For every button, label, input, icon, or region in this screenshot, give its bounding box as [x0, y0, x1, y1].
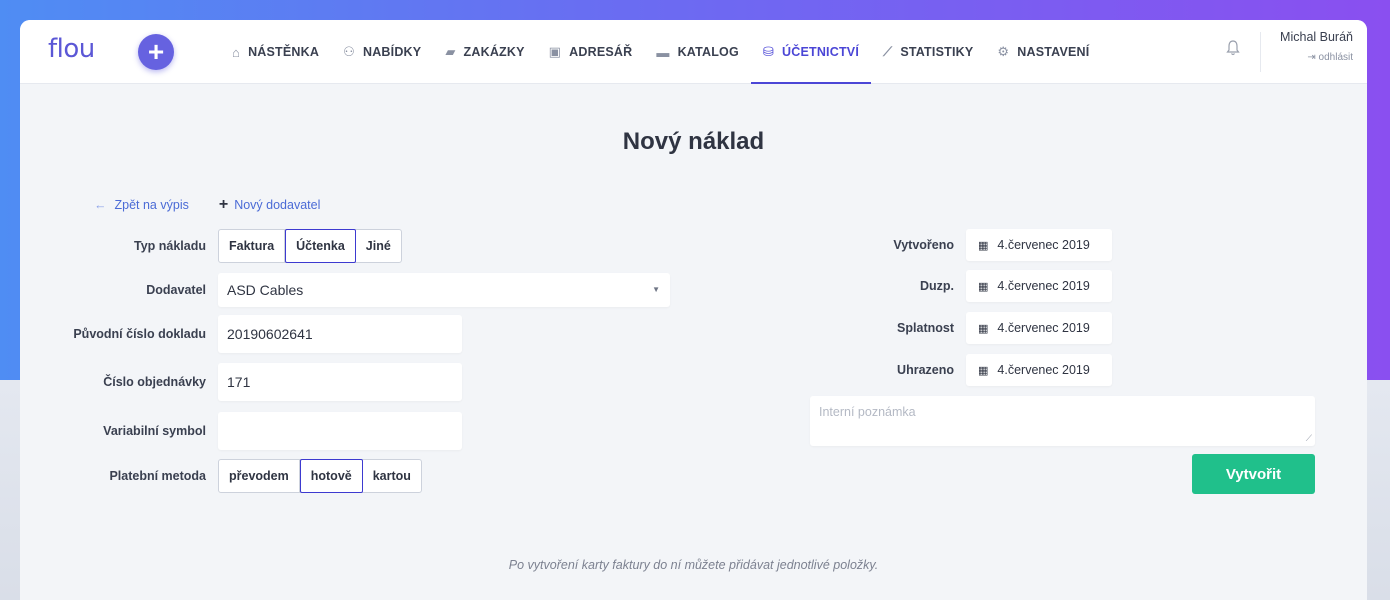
create-button[interactable]: Vytvořit	[1192, 454, 1315, 494]
nav-item-statistiky[interactable]: ⟋ STATISTIKY	[871, 20, 985, 84]
nav-item-label: ÚČETNICTVÍ	[782, 45, 859, 59]
order-no-input[interactable]: 171	[218, 363, 462, 401]
due-date-picker[interactable]: ▦ 4.červenec 2019	[966, 312, 1112, 344]
nav-item-zakazky[interactable]: ▰ ZAKÁZKY	[433, 20, 536, 84]
resize-handle-icon[interactable]: ⟋	[1306, 433, 1312, 444]
orig-doc-row: Původní číslo dokladu 20190602641	[20, 315, 462, 353]
payment-option-hotove[interactable]: hotově	[299, 459, 363, 493]
nav-item-label: KATALOG	[677, 45, 739, 59]
chevron-down-icon: ▼	[652, 285, 660, 294]
address-card-icon: ▣	[548, 44, 562, 59]
var-symbol-input[interactable]	[218, 412, 462, 450]
created-date-value: 4.červenec 2019	[997, 238, 1090, 252]
cost-type-label: Typ nákladu	[133, 239, 206, 253]
cost-type-option-uctenka[interactable]: Účtenka	[285, 229, 356, 263]
divider	[1260, 32, 1261, 72]
duzp-date-picker[interactable]: ▦ 4.červenec 2019	[966, 270, 1112, 302]
created-date-picker[interactable]: ▦ 4.červenec 2019	[966, 229, 1112, 261]
add-new-button[interactable]: +	[138, 34, 174, 70]
var-symbol-row: Variabilní symbol	[20, 412, 462, 450]
payment-option-kartou[interactable]: kartou	[363, 460, 421, 492]
order-no-label: Číslo objednávky	[103, 375, 206, 389]
created-row: Vytvořeno ▦ 4.červenec 2019	[806, 229, 1112, 261]
plus-icon: +	[218, 196, 229, 213]
coins-icon: ⛁	[762, 44, 774, 59]
orig-doc-label: Původní číslo dokladu	[73, 327, 206, 341]
paid-label: Uhrazeno	[897, 363, 954, 377]
app-window: flou + ⌂ NÁSTĚNKA ⚇ NABÍDKY ▰ ZAKÁZKY ▣ …	[20, 20, 1367, 600]
new-supplier-link[interactable]: + Nový dodavatel	[219, 196, 321, 214]
main-nav: ⌂ NÁSTĚNKA ⚇ NABÍDKY ▰ ZAKÁZKY ▣ ADRESÁŘ…	[220, 20, 1101, 84]
supplier-select[interactable]: ASD Cables ▼	[218, 273, 670, 307]
arrow-left-icon: ←	[94, 198, 107, 212]
logo[interactable]: flou	[48, 34, 95, 64]
footnote-text: Po vytvoření karty faktury do ní můžete …	[508, 558, 879, 572]
supplier-row: Dodavatel ASD Cables ▼	[20, 273, 670, 307]
calendar-icon: ▦	[978, 239, 988, 252]
due-date-value: 4.červenec 2019	[997, 321, 1090, 335]
nav-item-label: NASTAVENÍ	[1017, 45, 1090, 59]
home-icon: ⌂	[232, 44, 241, 60]
nav-item-nabidky[interactable]: ⚇ NABÍDKY	[331, 20, 433, 84]
duzp-date-value: 4.červenec 2019	[997, 279, 1090, 293]
user-name[interactable]: Michal Buráň	[1280, 30, 1353, 44]
created-label: Vytvořeno	[893, 238, 954, 252]
due-row: Splatnost ▦ 4.červenec 2019	[806, 312, 1112, 344]
cogs-icon: ⚙	[997, 44, 1010, 59]
duzp-label: Duzp.	[919, 279, 954, 293]
due-label: Splatnost	[897, 321, 954, 335]
new-supplier-label: Nový dodavatel	[234, 198, 321, 212]
folder-icon: ▬	[656, 44, 670, 60]
payment-label: Platební metoda	[109, 469, 206, 483]
back-to-list-link[interactable]: ← Zpět na výpis	[94, 198, 189, 212]
nav-item-adresar[interactable]: ▣ ADRESÁŘ	[537, 20, 645, 84]
cost-type-option-jine[interactable]: Jiné	[356, 230, 401, 262]
nav-item-label: STATISTIKY	[900, 45, 974, 59]
payment-method-toggle: převodem hotově kartou	[218, 459, 422, 493]
orig-doc-input[interactable]: 20190602641	[218, 315, 462, 353]
nav-item-label: ADRESÁŘ	[569, 45, 633, 59]
internal-note-placeholder: Interní poznámka	[819, 405, 916, 419]
nav-item-label: NÁSTĚNKA	[248, 45, 320, 59]
cost-type-option-faktura[interactable]: Faktura	[219, 230, 286, 262]
handshake-icon: ⚇	[343, 44, 355, 59]
chart-line-icon: ⟋	[883, 44, 893, 59]
nav-item-katalog[interactable]: ▬ KATALOG	[644, 20, 751, 84]
calendar-icon: ▦	[978, 280, 988, 293]
paid-date-picker[interactable]: ▦ 4.červenec 2019	[966, 354, 1112, 386]
payment-row: Platební metoda převodem hotově kartou	[20, 459, 422, 493]
briefcase-icon: ▰	[445, 44, 456, 59]
user-menu: Michal Buráň ⇥ odhlásit	[1280, 30, 1353, 63]
nav-item-label: ZAKÁZKY	[463, 45, 525, 59]
supplier-value: ASD Cables	[227, 282, 304, 298]
action-links: ← Zpět na výpis + Nový dodavatel	[94, 196, 320, 214]
bell-icon-svg	[1226, 40, 1240, 56]
cost-type-row: Typ nákladu Faktura Účtenka Jiné	[20, 229, 402, 263]
paid-date-value: 4.červenec 2019	[997, 363, 1090, 377]
calendar-icon: ▦	[978, 364, 988, 377]
paid-row: Uhrazeno ▦ 4.červenec 2019	[806, 354, 1112, 386]
top-navigation-bar: flou + ⌂ NÁSTĚNKA ⚇ NABÍDKY ▰ ZAKÁZKY ▣ …	[20, 20, 1367, 84]
var-symbol-label: Variabilní symbol	[103, 424, 206, 438]
nav-item-nastaveni[interactable]: ⚙ NASTAVENÍ	[985, 20, 1101, 84]
bell-icon[interactable]	[1226, 40, 1240, 61]
duzp-row: Duzp. ▦ 4.červenec 2019	[806, 270, 1112, 302]
nav-item-ucetnictvi[interactable]: ⛁ ÚČETNICTVÍ	[750, 20, 872, 84]
nav-item-label: NABÍDKY	[362, 45, 422, 59]
back-link-label: Zpět na výpis	[114, 198, 189, 212]
page-title: Nový náklad	[622, 128, 765, 155]
order-no-row: Číslo objednávky 171	[20, 363, 462, 401]
internal-note-textarea[interactable]: Interní poznámka ⟋	[810, 396, 1315, 446]
nav-item-nastenka[interactable]: ⌂ NÁSTĚNKA	[220, 20, 331, 84]
supplier-label: Dodavatel	[146, 283, 206, 297]
payment-option-prevodem[interactable]: převodem	[219, 460, 300, 492]
calendar-icon: ▦	[978, 322, 988, 335]
logout-link[interactable]: ⇥ odhlásit	[1280, 52, 1353, 63]
cost-type-toggle: Faktura Účtenka Jiné	[218, 229, 402, 263]
